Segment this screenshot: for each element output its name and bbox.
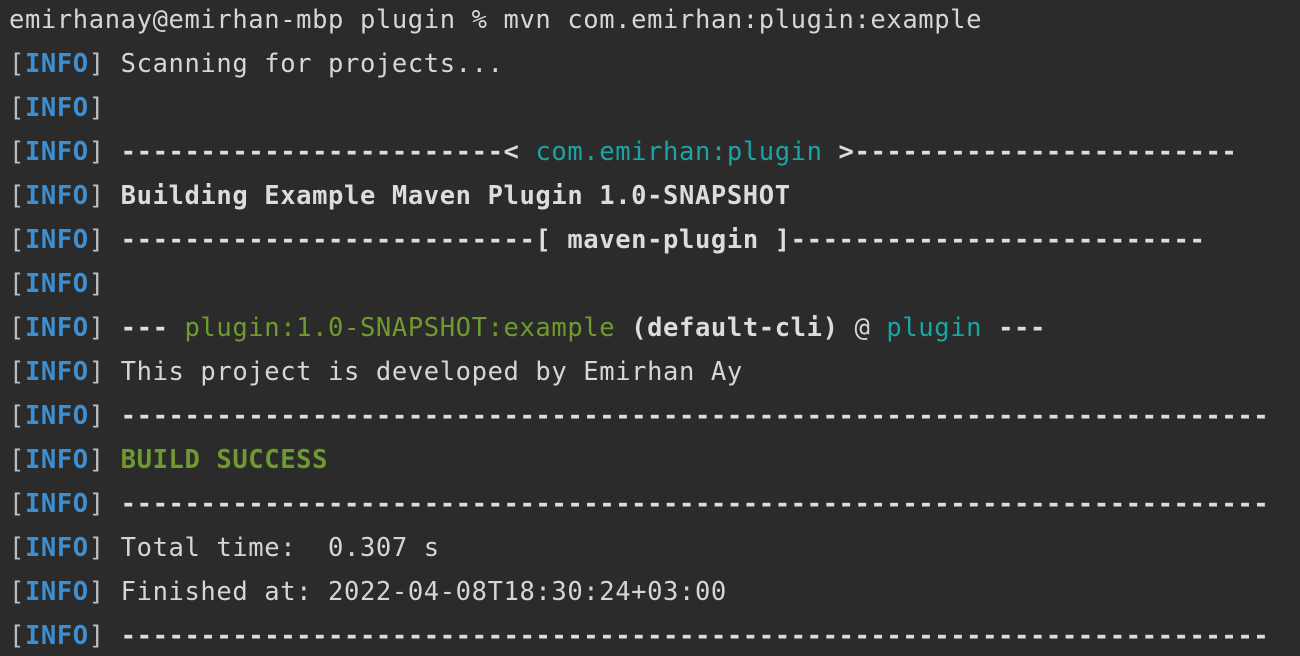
packaging-type: maven-plugin — [567, 225, 759, 255]
separator-line: ----------------------------------------… — [120, 489, 1270, 519]
log-line: [INFO] Total time: 0.307 s — [9, 533, 440, 563]
log-line: [INFO] Building Example Maven Plugin 1.0… — [9, 181, 791, 211]
log-level-label: INFO — [24, 489, 89, 519]
log-line: [INFO] ---------------------------------… — [9, 621, 1270, 651]
log-line: [INFO] Finished at: 2022-04-08T18:30:24+… — [9, 577, 727, 607]
plugin-goal: plugin:1.0-SNAPSHOT:example — [184, 313, 616, 343]
goal-suffix: --- — [982, 313, 1046, 343]
log-line: [INFO] This project is developed by Emir… — [9, 357, 743, 387]
terminal-window[interactable]: emirhanay@emirhan-mbp plugin % mvn com.e… — [0, 0, 1300, 656]
command-prompt-line: emirhanay@emirhan-mbp plugin % mvn com.e… — [9, 2, 1300, 46]
separator-line: ----------------------------------------… — [120, 621, 1270, 651]
log-line: [INFO] ------------------------< com.emi… — [9, 137, 1238, 167]
log-line: [INFO] ---------------------------------… — [9, 489, 1270, 519]
log-level-label: INFO — [24, 269, 89, 299]
separator-left: ------------------------< — [120, 137, 536, 167]
total-time: Total time: 0.307 s — [120, 533, 440, 563]
log-level-label: INFO — [24, 533, 89, 563]
log-level-label: INFO — [24, 137, 89, 167]
at-symbol: @ — [838, 313, 887, 343]
artifact-id: com.emirhan:plugin — [535, 137, 823, 167]
log-line: [INFO] Scanning for projects... — [9, 49, 504, 79]
log-line: [INFO] --- plugin:1.0-SNAPSHOT:example (… — [9, 313, 1046, 343]
separator-line: ----------------------------------------… — [120, 401, 1270, 431]
log-level-label: INFO — [24, 49, 89, 79]
log-line: [INFO] BUILD SUCCESS — [9, 445, 329, 475]
log-line: [INFO] --------------------------[ maven… — [9, 225, 1206, 255]
log-level-label: INFO — [24, 313, 89, 343]
command-prompt: emirhanay@emirhan-mbp plugin % mvn com.e… — [9, 5, 983, 35]
log-level-label: INFO — [24, 93, 89, 123]
separator-right: ]-------------------------- — [758, 225, 1206, 255]
log-message: Scanning for projects... — [120, 49, 504, 79]
project-name: plugin — [886, 313, 983, 343]
log-level-label: INFO — [24, 445, 89, 475]
plugin-output: This project is developed by Emirhan Ay — [120, 357, 743, 387]
separator-left: --------------------------[ — [120, 225, 568, 255]
log-level-label: INFO — [24, 225, 89, 255]
log-line: [INFO] — [9, 93, 105, 123]
log-level-label: INFO — [24, 401, 89, 431]
log-level-label: INFO — [24, 577, 89, 607]
execution-id: (default-cli) — [615, 313, 839, 343]
log-level-label: INFO — [24, 357, 89, 387]
log-line: [INFO] — [9, 269, 105, 299]
log-level-label: INFO — [24, 621, 89, 651]
log-level-label: INFO — [24, 181, 89, 211]
log-line: [INFO] ---------------------------------… — [9, 401, 1270, 431]
goal-prefix: --- — [120, 313, 185, 343]
build-title: Building Example Maven Plugin 1.0-SNAPSH… — [120, 181, 791, 211]
finished-at: Finished at: 2022-04-08T18:30:24+03:00 — [120, 577, 727, 607]
build-status: BUILD SUCCESS — [120, 445, 329, 475]
separator-right: >------------------------ — [822, 137, 1238, 167]
